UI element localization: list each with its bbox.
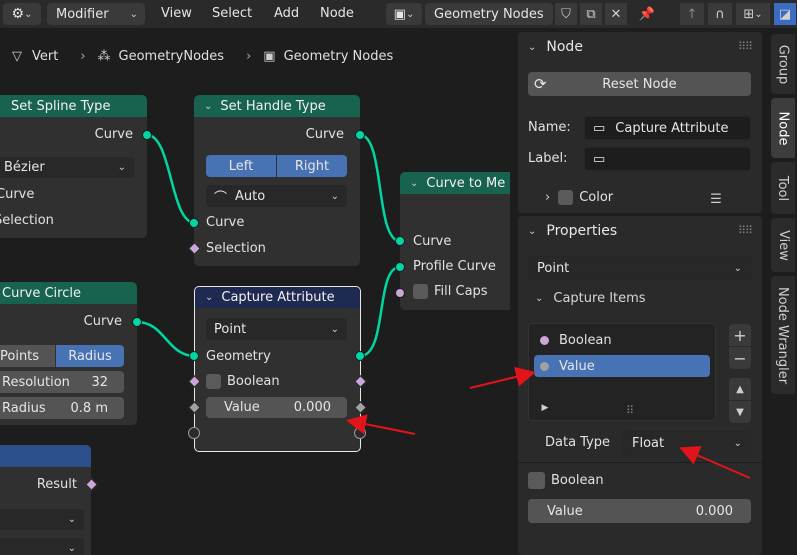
annotation-arrows <box>346 367 751 479</box>
blender-window: ⚙ ⌄ Modifier ⌄ View Select Add Node ▣ ⌄ Ge… <box>0 0 797 555</box>
arrow-to-data-type <box>679 446 751 479</box>
arrow-to-value-item <box>469 367 536 389</box>
arrow-to-value-field <box>346 414 416 435</box>
